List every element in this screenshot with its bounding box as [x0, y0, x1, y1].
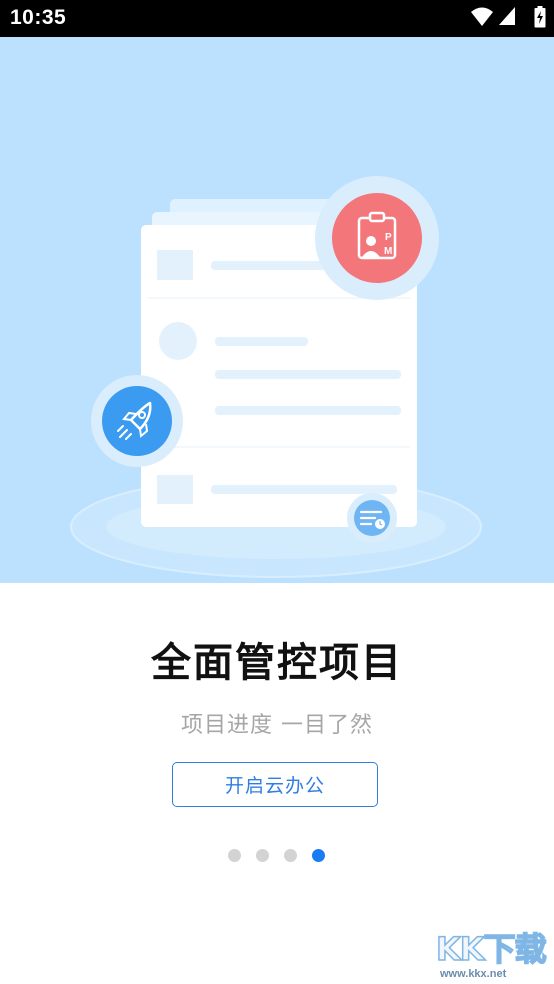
page-subtitle: 项目进度 一目了然 — [181, 713, 373, 738]
pm-badge-text-p: P — [385, 232, 392, 243]
row2-bar-long — [215, 370, 401, 379]
status-bar: 10:35 — [0, 0, 554, 37]
page-title: 全面管控项目 — [151, 640, 403, 686]
list-clock-badge — [347, 493, 397, 543]
page-dot-2[interactable] — [256, 849, 269, 862]
start-cloud-office-button[interactable]: 开启云办公 — [172, 762, 378, 807]
watermark-url: www.kkx.net — [440, 968, 507, 980]
watermark: KK下载 www.kkx.net — [430, 924, 554, 984]
project-manager-badge: P M — [315, 176, 439, 300]
row2-circle — [159, 322, 197, 360]
row2-bar-long2 — [215, 406, 401, 415]
signal-icon — [499, 7, 515, 25]
row1-bar — [211, 261, 331, 270]
illustration: P M — [70, 176, 482, 578]
hero-illustration: P M — [0, 37, 554, 583]
row3-bar — [211, 485, 397, 494]
row1-square — [157, 250, 193, 280]
page-dot-1[interactable] — [228, 849, 241, 862]
rocket-badge — [91, 375, 183, 467]
pm-badge-text-m: M — [384, 246, 392, 257]
row3-square — [157, 475, 193, 504]
row2-bar-short — [215, 337, 308, 346]
page-indicator — [228, 849, 325, 863]
battery-charging-icon — [534, 6, 546, 28]
page-dot-4-active[interactable] — [312, 849, 325, 862]
status-time: 10:35 — [10, 6, 67, 29]
page-dot-3[interactable] — [284, 849, 297, 862]
watermark-logo: KK下载 — [435, 929, 547, 969]
wifi-icon — [471, 7, 493, 26]
